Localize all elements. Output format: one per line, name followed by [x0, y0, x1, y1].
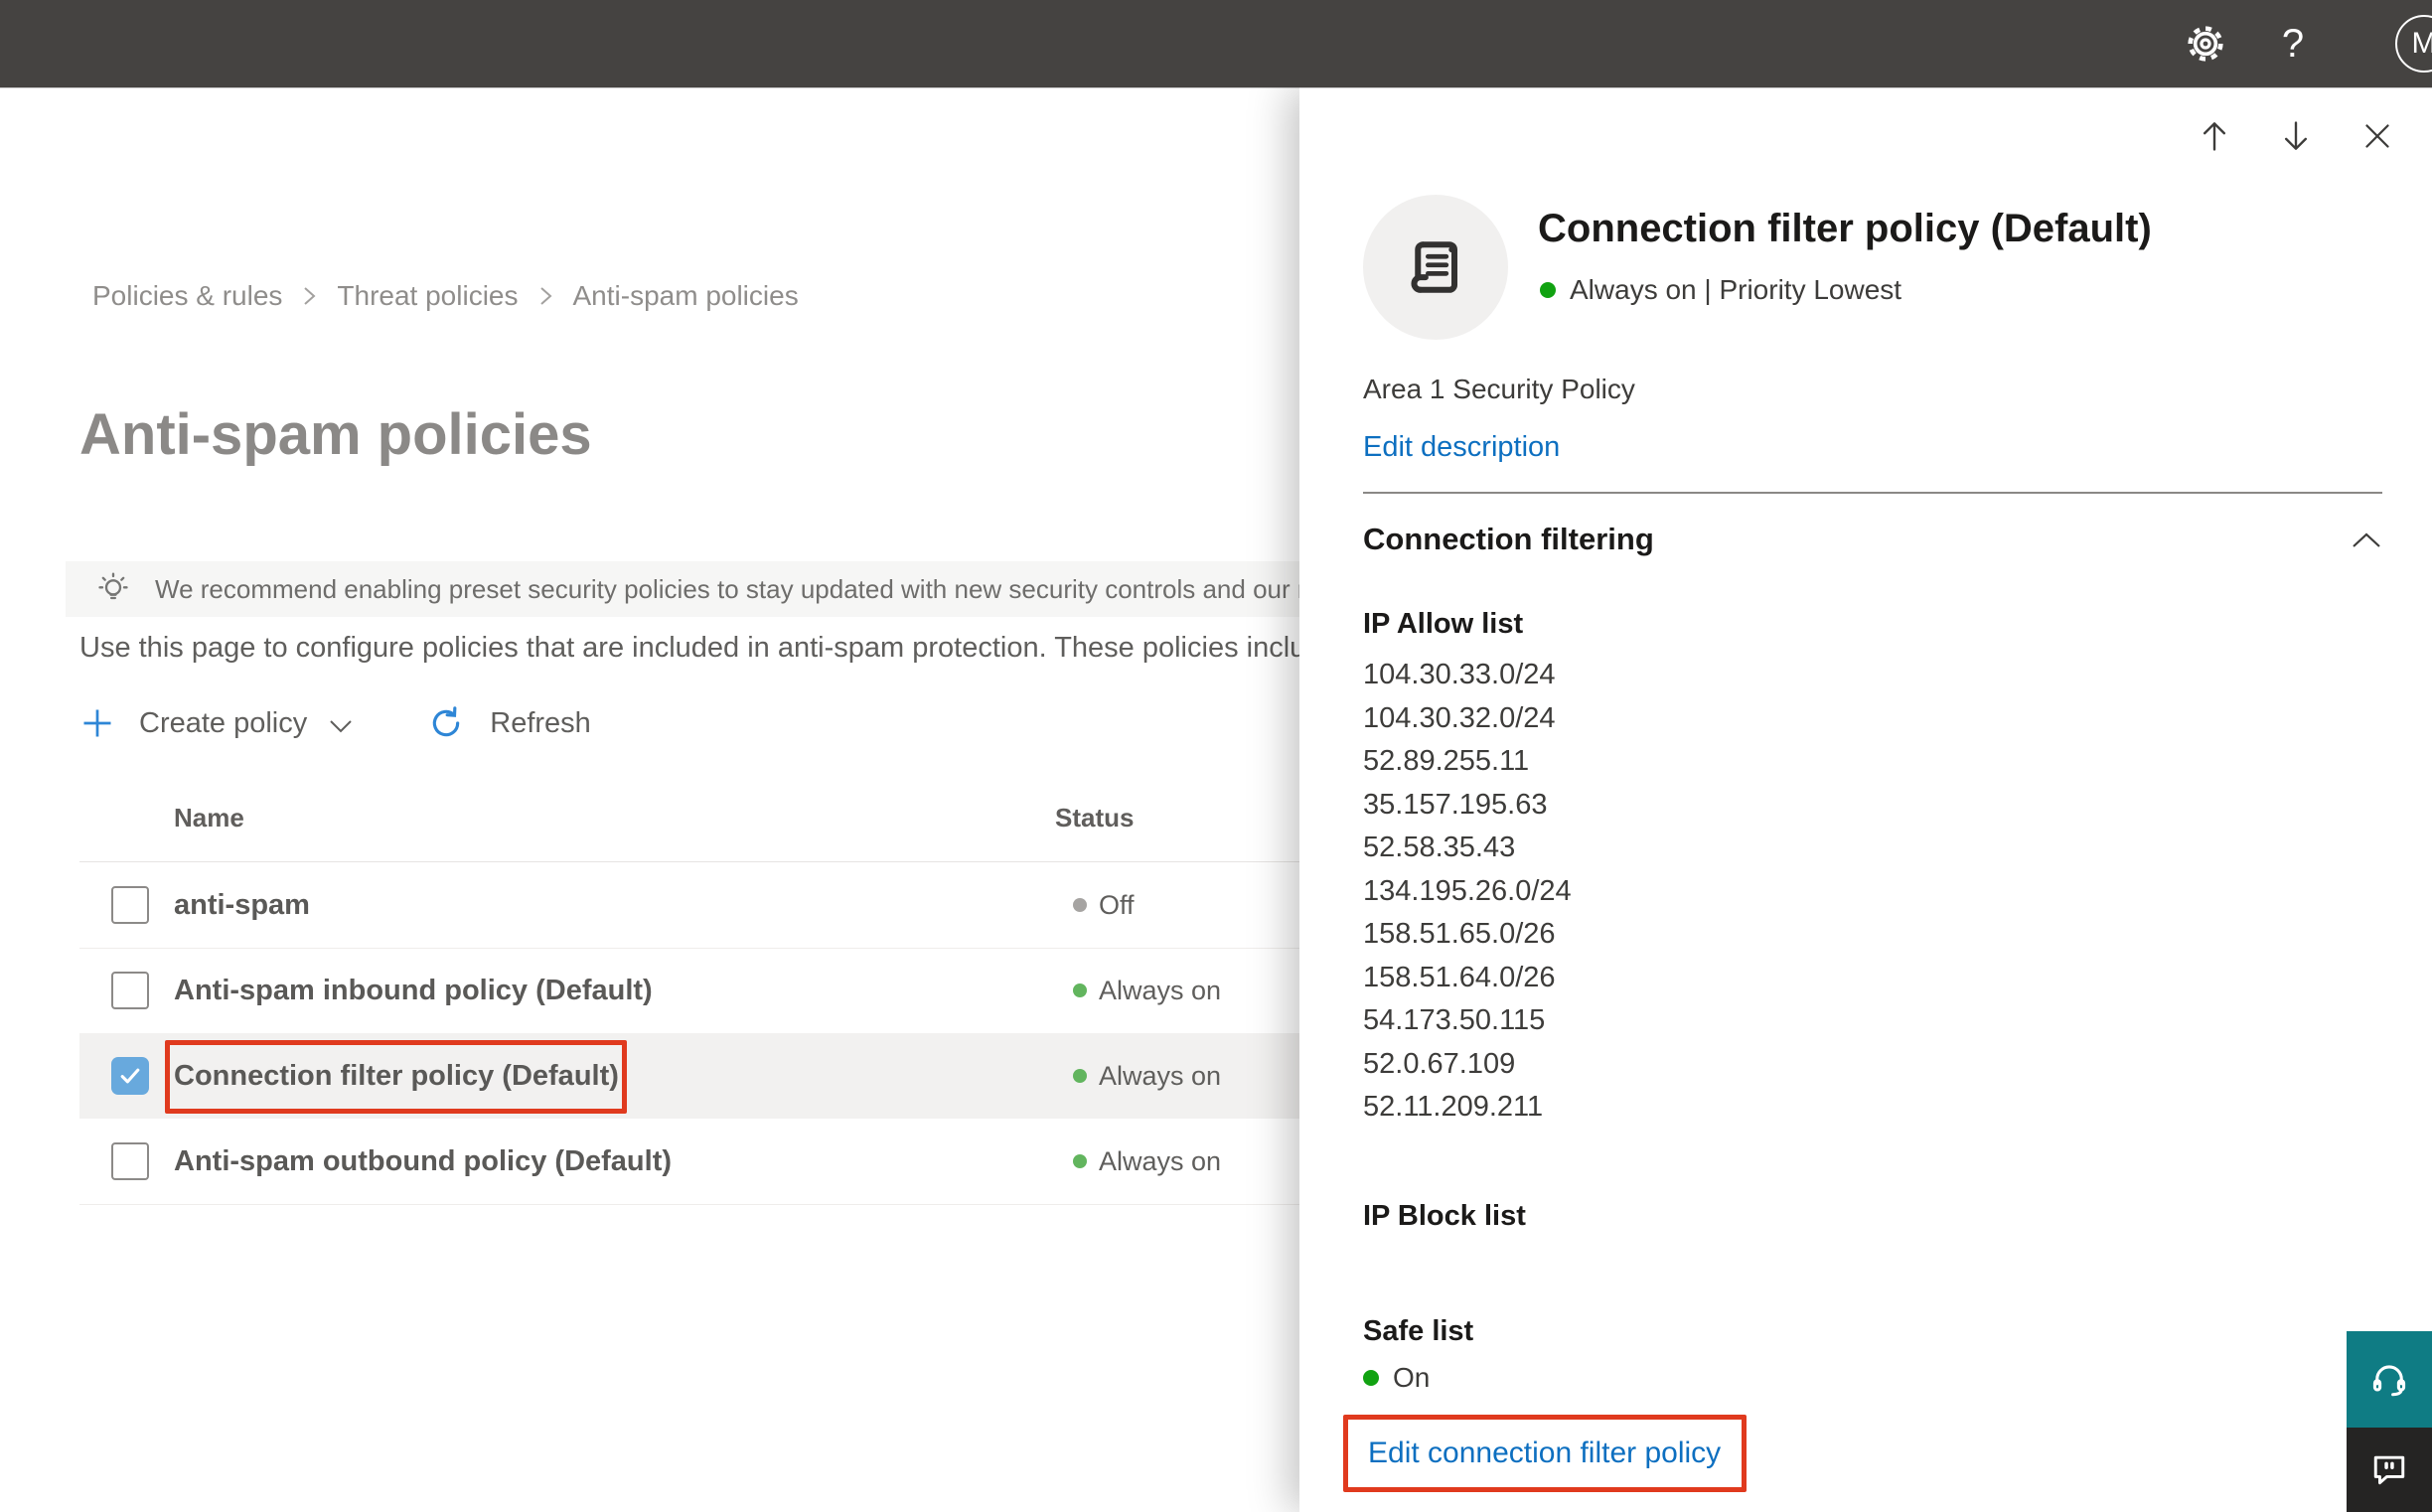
ip-entry: 54.173.50.115 [1363, 1004, 1546, 1036]
scroll-policy-icon [1398, 229, 1473, 305]
panel-nav [2196, 117, 2396, 155]
ip-entry: 158.51.65.0/26 [1363, 918, 1556, 950]
chevron-up-icon[interactable] [2351, 530, 2382, 550]
ip-entry: 134.195.26.0/24 [1363, 874, 1572, 907]
row-checkbox[interactable] [111, 1142, 149, 1180]
ip-entry: 104.30.33.0/24 [1363, 659, 1556, 690]
create-policy-button[interactable]: Create policy [79, 705, 353, 741]
app-root: ? M Policies & rules Threat policies Ant… [0, 0, 2432, 1512]
ip-allow-list-heading: IP Allow list [1363, 608, 1524, 640]
row-status: Always on [1099, 1146, 1222, 1176]
breadcrumb-policies-rules[interactable]: Policies & rules [92, 280, 282, 312]
section-title: Connection filtering [1363, 522, 1654, 556]
avatar-initial: M [2411, 27, 2432, 60]
panel-title: Connection filter policy (Default) [1538, 207, 2152, 250]
annotation-highlight-box: Edit connection filter policy [1343, 1415, 1747, 1492]
safe-list-status-text: On [1393, 1362, 1431, 1393]
support-button[interactable] [2347, 1331, 2432, 1428]
arrow-down-icon[interactable] [2277, 117, 2315, 155]
row-name[interactable]: Anti-spam outbound policy (Default) [174, 1145, 672, 1178]
lightbulb-icon [93, 569, 133, 609]
page-description: Use this page to configure policies that… [79, 632, 1338, 664]
row-status: Off [1099, 890, 1135, 920]
ip-entry: 158.51.64.0/26 [1363, 961, 1556, 993]
plus-icon [79, 705, 115, 741]
row-name[interactable]: Connection filter policy (Default) [174, 1060, 619, 1093]
breadcrumb: Policies & rules Threat policies Anti-sp… [92, 280, 799, 312]
close-icon[interactable] [2358, 117, 2396, 155]
row-status: Always on [1099, 1061, 1222, 1091]
panel-divider [1363, 492, 2382, 494]
settings-gear-icon[interactable] [2162, 0, 2249, 87]
row-checkbox[interactable] [111, 972, 149, 1009]
status-dot-on [1363, 1370, 1379, 1386]
chevron-right-icon [302, 284, 317, 308]
ip-entry: 35.157.195.63 [1363, 788, 1548, 821]
chevron-down-icon [329, 719, 353, 734]
refresh-label: Refresh [490, 706, 591, 739]
row-checkbox[interactable] [111, 886, 149, 924]
ip-entry: 52.58.35.43 [1363, 832, 1516, 863]
topbar-actions: ? [2162, 0, 2432, 87]
panel-status-line: Always on | Priority Lowest [1540, 274, 1901, 306]
row-name[interactable]: Anti-spam inbound policy (Default) [174, 975, 653, 1007]
safe-list-heading: Safe list [1363, 1315, 1474, 1347]
topbar: ? M [0, 0, 2432, 87]
breadcrumb-threat-policies[interactable]: Threat policies [337, 280, 518, 312]
status-dot-off [1073, 898, 1087, 912]
column-header-status[interactable]: Status [1055, 803, 1134, 833]
details-flyout-panel: Connection filter policy (Default) Alway… [1299, 87, 2432, 1512]
row-name[interactable]: anti-spam [174, 889, 310, 922]
breadcrumb-current: Anti-spam policies [572, 280, 799, 311]
ip-entry: 52.11.209.211 [1363, 1091, 1544, 1123]
create-policy-label: Create policy [139, 706, 308, 739]
refresh-icon [426, 703, 466, 743]
page-title: Anti-spam policies [79, 402, 592, 467]
safe-list-status: On [1363, 1362, 1430, 1394]
panel-status-text: Always on | Priority Lowest [1570, 274, 1902, 305]
toolbar: Create policy Refresh [79, 691, 591, 755]
feedback-button[interactable] [2347, 1428, 2432, 1512]
row-checkbox-checked[interactable] [111, 1057, 149, 1095]
help-icon[interactable]: ? [2249, 0, 2337, 87]
policy-avatar [1363, 195, 1508, 340]
column-header-name[interactable]: Name [174, 803, 244, 833]
banner-text: We recommend enabling preset security po… [155, 573, 1406, 604]
status-dot-on [1073, 1069, 1087, 1083]
ip-entry: 104.30.32.0/24 [1363, 701, 1556, 734]
refresh-button[interactable]: Refresh [426, 703, 591, 743]
ip-entry: 52.0.67.109 [1363, 1047, 1516, 1080]
status-dot-on [1073, 983, 1087, 997]
chevron-right-icon [538, 284, 553, 308]
arrow-up-icon[interactable] [2196, 117, 2233, 155]
headset-icon [2366, 1357, 2412, 1403]
edit-description-link[interactable]: Edit description [1363, 431, 1560, 464]
edit-connection-filter-policy-link[interactable]: Edit connection filter policy [1368, 1436, 1721, 1470]
ip-block-list-heading: IP Block list [1363, 1200, 1526, 1232]
ip-entry: 52.89.255.11 [1363, 745, 1530, 777]
ip-allow-list: 104.30.33.0/24 104.30.32.0/24 52.89.255.… [1363, 654, 1572, 1130]
policy-description: Area 1 Security Policy [1363, 374, 1635, 404]
status-dot-on [1540, 282, 1556, 298]
status-dot-on [1073, 1154, 1087, 1168]
row-status: Always on [1099, 976, 1222, 1005]
feedback-chat-icon [2367, 1448, 2411, 1492]
